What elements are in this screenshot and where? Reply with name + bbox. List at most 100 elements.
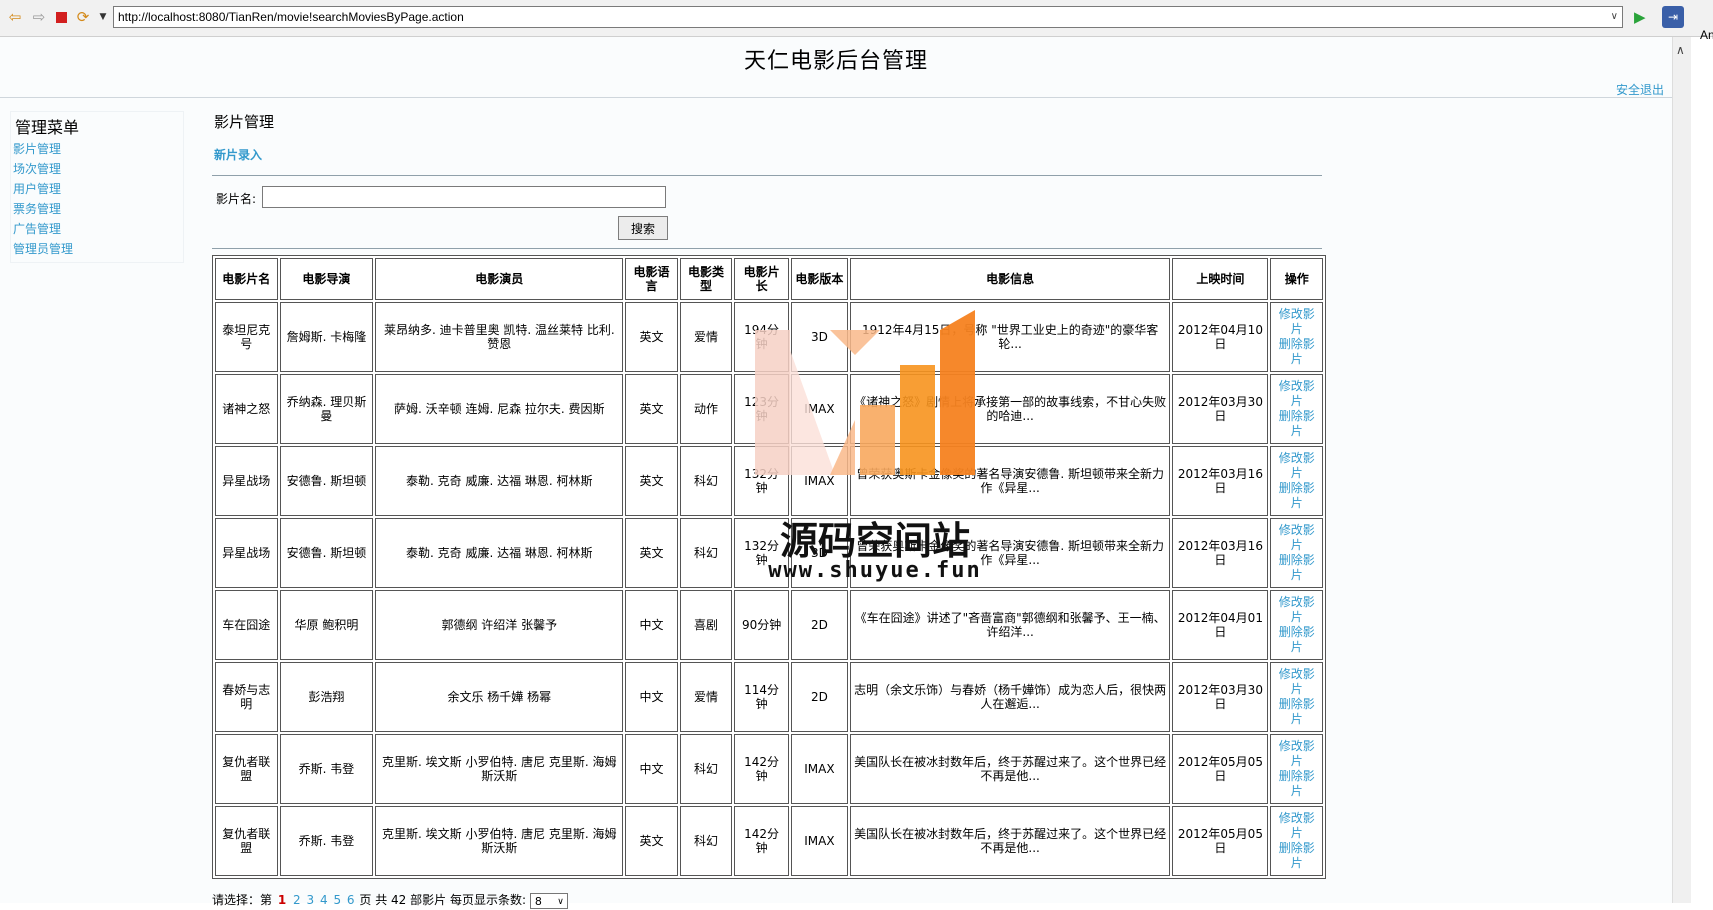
page-link[interactable]: 5	[333, 893, 341, 907]
delete-movie-link[interactable]: 删除影片	[1274, 481, 1319, 511]
chevron-up-icon[interactable]: ∧	[1676, 43, 1685, 57]
sidebar-item-users[interactable]: 用户管理	[13, 182, 183, 196]
delete-movie-link[interactable]: 删除影片	[1274, 697, 1319, 727]
cell-info: 《车在囧途》讲述了"吝啬富商"郭德纲和张馨予、王一楠、许绍洋...	[849, 590, 1171, 660]
edit-movie-link[interactable]: 修改影片	[1274, 523, 1319, 553]
stop-icon[interactable]	[52, 8, 70, 26]
edit-movie-link[interactable]: 修改影片	[1274, 739, 1319, 769]
col-header-date: 上映时间	[1172, 258, 1269, 300]
edit-movie-link[interactable]: 修改影片	[1274, 379, 1319, 409]
cell-language: 中文	[625, 734, 678, 804]
col-header-director: 电影导演	[279, 258, 374, 300]
external-browser-icon[interactable]: ⇥	[1662, 6, 1684, 28]
cell-length: 132分钟	[734, 518, 789, 588]
cell-date: 2012年05月05日	[1172, 734, 1269, 804]
edit-movie-link[interactable]: 修改影片	[1274, 667, 1319, 697]
cell-genre: 科幻	[679, 446, 733, 516]
pager-per-page-label: 每页显示条数:	[449, 893, 526, 907]
edit-movie-link[interactable]: 修改影片	[1274, 811, 1319, 841]
cell-length: 114分钟	[734, 662, 789, 732]
page-title: 天仁电影后台管理	[743, 49, 928, 74]
cell-director: 乔斯. 韦登	[279, 806, 374, 876]
refresh-icon[interactable]: ⟳	[74, 8, 92, 26]
cell-actors: 泰勒. 克奇 威廉. 达福 琳恩. 柯林斯	[375, 446, 624, 516]
cell-info: 美国队长在被冰封数年后，终于苏醒过来了。这个世界已经不再是他...	[849, 734, 1171, 804]
cell-language: 英文	[625, 806, 678, 876]
cell-actions: 修改影片 删除影片	[1270, 518, 1323, 588]
cell-language: 英文	[625, 374, 678, 444]
cell-length: 194分钟	[734, 302, 789, 372]
page-link[interactable]: 3	[307, 893, 315, 907]
back-icon[interactable]: ⇦	[6, 8, 24, 26]
delete-movie-link[interactable]: 删除影片	[1274, 769, 1319, 799]
edit-movie-link[interactable]: 修改影片	[1274, 595, 1319, 625]
table-row: 诸神之怒 乔纳森. 理贝斯曼 萨姆. 沃辛顿 连姆. 尼森 拉尔夫. 费因斯 英…	[215, 374, 1323, 444]
pager-page-suffix: 页	[359, 893, 372, 907]
content-divider	[212, 175, 1322, 176]
cell-language: 中文	[625, 590, 678, 660]
sidebar-item-tickets[interactable]: 票务管理	[13, 202, 183, 216]
search-divider	[212, 248, 1322, 249]
new-movie-link[interactable]: 新片录入	[214, 146, 1322, 163]
cell-date: 2012年03月16日	[1172, 518, 1269, 588]
cell-actions: 修改影片 删除影片	[1270, 302, 1323, 372]
forward-icon[interactable]: ⇨	[30, 8, 48, 26]
cell-actors: 莱昂纳多. 迪卡普里奥 凯特. 温丝莱特 比利. 赞恩	[375, 302, 624, 372]
per-page-select[interactable]: 8 ∨	[529, 892, 568, 909]
cell-length: 132分钟	[734, 446, 789, 516]
address-bar[interactable]: http://localhost:8080/TianRen/movie!sear…	[113, 6, 1623, 28]
page-link[interactable]: 6	[347, 893, 355, 907]
page-link[interactable]: 4	[320, 893, 328, 907]
sidebar-item-ads[interactable]: 广告管理	[13, 222, 183, 236]
cell-date: 2012年03月16日	[1172, 446, 1269, 516]
cell-date: 2012年03月30日	[1172, 374, 1269, 444]
cell-version: IMAX	[790, 374, 848, 444]
page-link[interactable]: 2	[293, 893, 301, 907]
cell-actions: 修改影片 删除影片	[1270, 446, 1323, 516]
page: 天仁电影后台管理 安全退出 管理菜单 影片管理 场次管理 用户管理 票务管理 广…	[0, 37, 1672, 909]
cell-actors: 萨姆. 沃辛顿 连姆. 尼森 拉尔夫. 费因斯	[375, 374, 624, 444]
cell-date: 2012年03月30日	[1172, 662, 1269, 732]
delete-movie-link[interactable]: 删除影片	[1274, 625, 1319, 655]
pager-total: 共 42 部影片	[375, 893, 447, 907]
pagination: 请选择：第 1 2 3 4 5 6 页 共 42 部影片 每页显示条数: 8 ∨	[212, 891, 568, 909]
cell-director: 安德鲁. 斯坦顿	[279, 446, 374, 516]
search-button[interactable]: 搜索	[618, 216, 668, 240]
vertical-scrollbar[interactable]: ∧	[1672, 37, 1691, 903]
sidebar-item-admins[interactable]: 管理员管理	[13, 242, 183, 256]
cell-actors: 克里斯. 埃文斯 小罗伯特. 唐尼 克里斯. 海姆斯沃斯	[375, 806, 624, 876]
edit-movie-link[interactable]: 修改影片	[1274, 307, 1319, 337]
sidebar-item-movies[interactable]: 影片管理	[13, 142, 183, 156]
table-row: 泰坦尼克号 詹姆斯. 卡梅隆 莱昂纳多. 迪卡普里奥 凯特. 温丝莱特 比利. …	[215, 302, 1323, 372]
pager-prefix: 请选择：第	[212, 893, 273, 907]
cell-actions: 修改影片 删除影片	[1270, 374, 1323, 444]
delete-movie-link[interactable]: 删除影片	[1274, 841, 1319, 871]
cell-version: IMAX	[790, 734, 848, 804]
history-dropdown-icon[interactable]: ▼	[94, 8, 112, 26]
col-header-length: 电影片长	[734, 258, 789, 300]
chevron-down-icon: ∨	[557, 896, 564, 907]
search-input[interactable]	[262, 186, 666, 208]
cell-actions: 修改影片 删除影片	[1270, 662, 1323, 732]
cell-name: 复仇者联盟	[215, 734, 278, 804]
cell-genre: 爱情	[679, 662, 733, 732]
table-row: 异星战场 安德鲁. 斯坦顿 泰勒. 克奇 威廉. 达福 琳恩. 柯林斯 英文 科…	[215, 518, 1323, 588]
cell-info: 美国队长在被冰封数年后，终于苏醒过来了。这个世界已经不再是他...	[849, 806, 1171, 876]
page-link-current[interactable]: 1	[278, 893, 286, 907]
table-row: 车在囧途 华原 鲍积明 郭德纲 许绍洋 张馨予 中文 喜剧 90分钟 2D 《车…	[215, 590, 1323, 660]
cell-length: 90分钟	[734, 590, 789, 660]
cell-date: 2012年04月10日	[1172, 302, 1269, 372]
delete-movie-link[interactable]: 删除影片	[1274, 337, 1319, 367]
edit-movie-link[interactable]: 修改影片	[1274, 451, 1319, 481]
sidebar-item-sessions[interactable]: 场次管理	[13, 162, 183, 176]
chevron-down-icon[interactable]: ∨	[1611, 7, 1618, 27]
delete-movie-link[interactable]: 删除影片	[1274, 409, 1319, 439]
cell-info: 《诸神之怒》剧情上将承接第一部的故事线索，不甘心失败的哈迪...	[849, 374, 1171, 444]
cell-actors: 郭德纲 许绍洋 张馨予	[375, 590, 624, 660]
cell-genre: 爱情	[679, 302, 733, 372]
delete-movie-link[interactable]: 删除影片	[1274, 553, 1319, 583]
logout-link[interactable]: 安全退出	[1616, 81, 1664, 98]
go-icon[interactable]: ▶	[1634, 8, 1646, 26]
col-header-version: 电影版本	[790, 258, 848, 300]
cell-length: 142分钟	[734, 806, 789, 876]
